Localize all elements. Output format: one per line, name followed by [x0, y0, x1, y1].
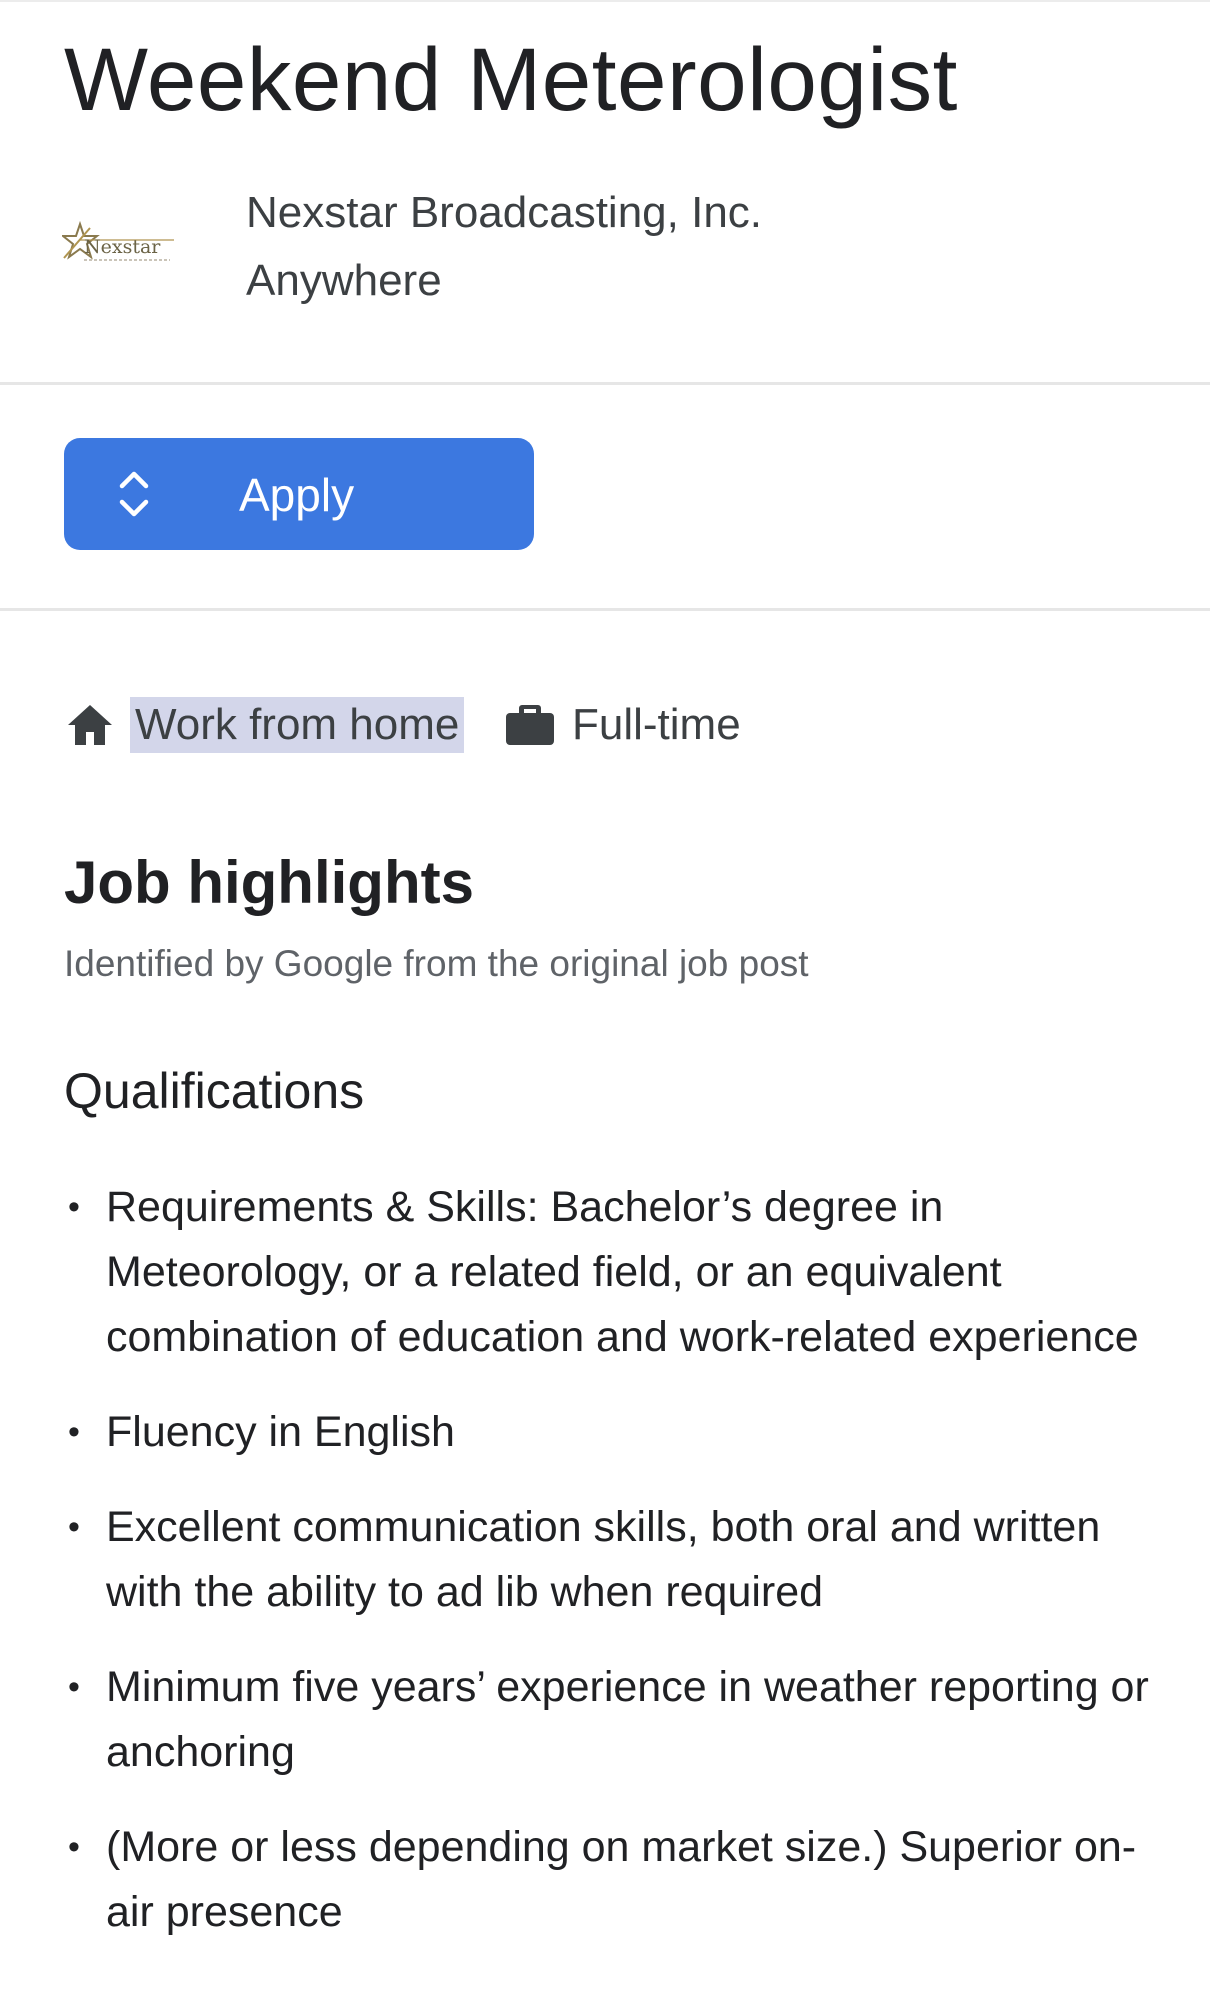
- qualification-text: (More or less depending on market size.)…: [106, 1823, 1137, 1936]
- work-from-home-label: Work from home: [130, 697, 465, 753]
- home-icon: [68, 705, 112, 745]
- bullet: •: [68, 1188, 80, 1226]
- job-highlights-heading: Job highlights: [64, 849, 474, 916]
- bullet: •: [68, 1508, 80, 1546]
- apply-label: Apply: [239, 469, 355, 521]
- list-item: • Requirements & Skills: Bachelor’s degr…: [64, 1175, 1154, 1370]
- chevron-up-down-icon: [119, 471, 149, 517]
- qualifications-list: • Requirements & Skills: Bachelor’s degr…: [64, 1175, 1154, 1975]
- bullet: •: [68, 1413, 80, 1451]
- company-name: Nexstar Broadcasting, Inc.: [246, 188, 763, 237]
- list-item: • (More or less depending on market size…: [64, 1815, 1154, 1945]
- qualifications-heading: Qualifications: [64, 1063, 365, 1119]
- nexstar-logo-icon: Nexstar: [60, 220, 174, 261]
- list-item: • Fluency in English: [64, 1400, 1154, 1465]
- job-detail-page: Weekend Meterologist Nexstar Nexstar Bro…: [0, 0, 1210, 2000]
- divider: [0, 382, 1210, 385]
- employment-type-label: Full-time: [572, 700, 741, 749]
- job-attributes: Work from home Full-time: [64, 695, 964, 755]
- briefcase-icon: [506, 705, 554, 745]
- list-item: • Minimum five years’ experience in weat…: [64, 1655, 1154, 1785]
- job-title: Weekend Meterologist: [64, 29, 958, 129]
- svg-text:Nexstar: Nexstar: [84, 236, 161, 258]
- company-logo: Nexstar: [60, 220, 182, 280]
- bullet: •: [68, 1828, 80, 1866]
- top-divider: [0, 0, 1210, 2]
- apply-button[interactable]: Apply: [64, 438, 534, 550]
- bullet: •: [68, 1668, 80, 1706]
- job-highlights-source: Identified by Google from the original j…: [64, 943, 809, 984]
- divider: [0, 608, 1210, 611]
- qualification-text: Requirements & Skills: Bachelor’s degree…: [106, 1183, 1139, 1361]
- list-item: • Excellent communication skills, both o…: [64, 1495, 1154, 1625]
- qualification-text: Excellent communication skills, both ora…: [106, 1503, 1101, 1616]
- qualification-text: Minimum five years’ experience in weathe…: [106, 1663, 1149, 1776]
- qualification-text: Fluency in English: [106, 1408, 455, 1456]
- job-location: Anywhere: [246, 256, 442, 305]
